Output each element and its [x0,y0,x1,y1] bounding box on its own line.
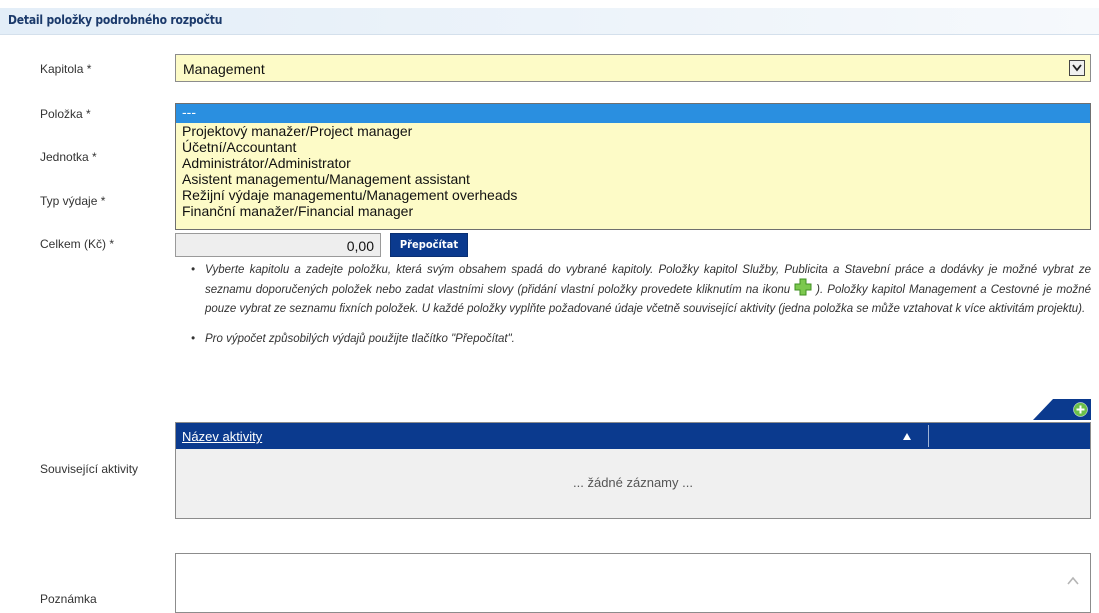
dropdown-option[interactable]: Účetní/Accountant [176,139,1090,155]
label-kapitola: Kapitola * [40,62,92,76]
label-celkem: Celkem (Kč) * [40,237,115,251]
add-activity-tab [1033,399,1091,420]
label-jednotka: Jednotka * [40,150,97,164]
add-circle-icon[interactable] [1073,402,1088,417]
kapitola-select[interactable]: Management [175,54,1091,82]
poznamka-textarea[interactable] [175,553,1091,613]
help-paragraph-2: • Pro výpočet způsobilých výdajů použijt… [191,331,1091,347]
kapitola-select-value: Management [183,61,265,77]
scroll-up-icon[interactable] [1066,574,1080,588]
chevron-down-icon[interactable] [1069,60,1085,76]
label-polozka: Položka * [40,107,91,121]
grid-empty-message: ... žádné záznamy ... [573,475,693,490]
help-text-p2: Pro výpočet způsobilých výdajů použijte … [205,333,515,345]
dropdown-option[interactable]: Projektový manažer/Project manager [176,123,1090,139]
section-header: Detail položky podrobného rozpočtu [0,8,1099,35]
green-plus-icon [794,278,812,301]
grid-header: Název aktivity [176,423,1090,449]
activities-grid: Název aktivity ... žádné záznamy ... [175,422,1091,519]
bullet-icon: • [191,264,196,276]
sort-up-icon[interactable] [902,430,912,445]
dropdown-option[interactable]: Asistent managementu/Management assistan… [176,171,1090,187]
recalculate-button[interactable]: Přepočítat [390,233,468,257]
dropdown-option[interactable]: Režijní výdaje managementu/Management ov… [176,187,1090,203]
dropdown-option[interactable]: Finanční manažer/Financial manager [176,203,1090,219]
celkem-field[interactable]: 0,00 [175,233,381,257]
celkem-value: 0,00 [346,238,374,254]
dropdown-option[interactable]: Administrátor/Administrator [176,155,1090,171]
label-souvisejici-aktivity: Související aktivity [40,462,139,476]
column-divider [928,425,929,447]
help-paragraph-1: • Vyberte kapitolu a zadejte položku, kt… [191,262,1091,317]
top-strip [0,0,1099,8]
bullet-icon: • [191,333,196,345]
help-text: • Vyberte kapitolu a zadejte položku, kt… [191,262,1091,347]
section-title: Detail položky podrobného rozpočtu [8,13,223,27]
polozka-dropdown-list[interactable]: --- Projektový manažer/Project manager Úče… [175,103,1091,230]
column-header-nazev-aktivity[interactable]: Název aktivity [182,429,262,444]
label-poznamka: Poznámka [40,592,97,606]
dropdown-option[interactable]: --- [176,104,1090,123]
label-typ-vydaje: Typ výdaje * [40,194,106,208]
